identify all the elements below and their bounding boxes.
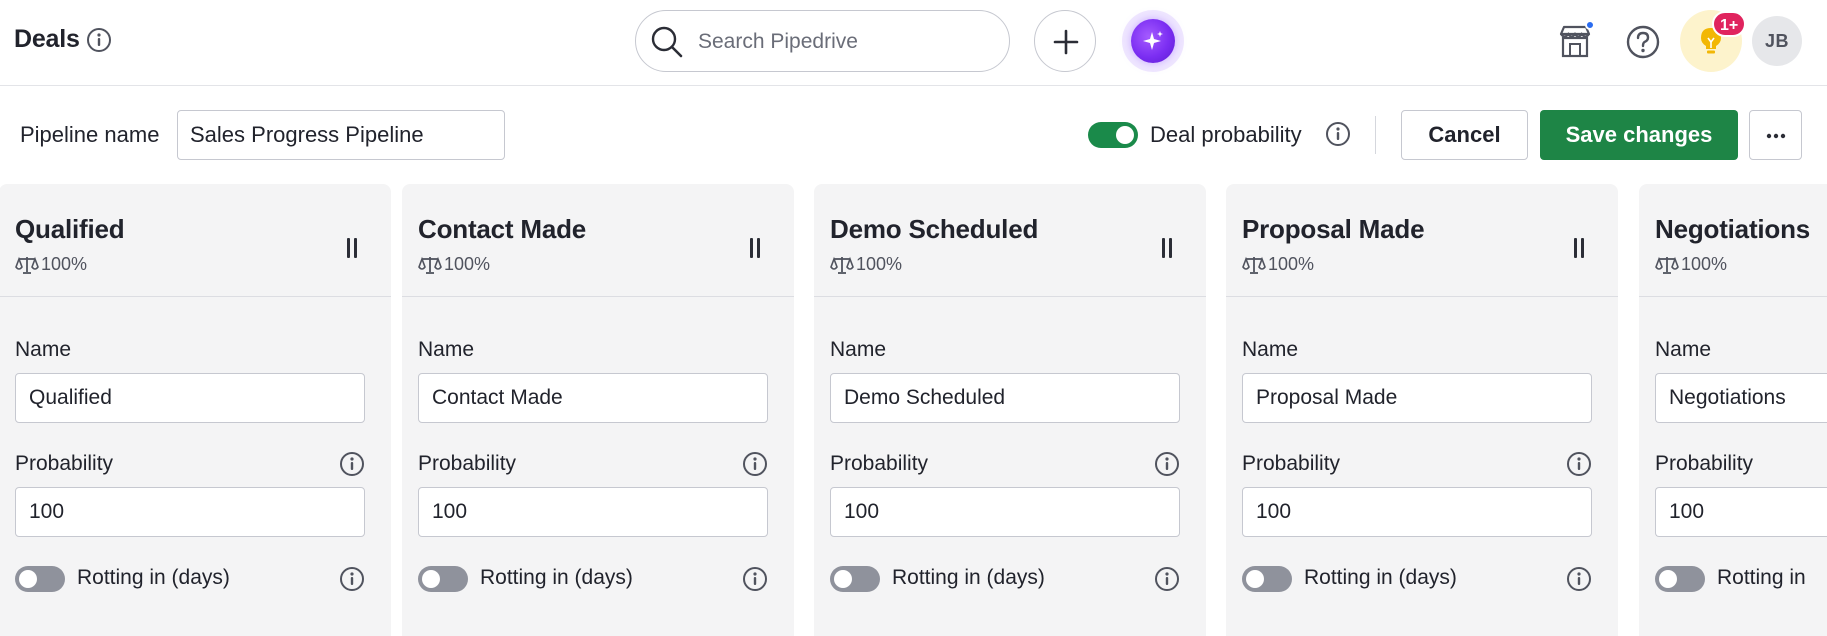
stage-probability-value: 100% [856, 254, 903, 274]
info-icon[interactable] [1566, 451, 1592, 477]
page-title: Deals [14, 25, 80, 53]
ai-assistant-button[interactable] [1122, 10, 1184, 72]
probability-label: Probability [1242, 452, 1341, 475]
notification-dot [1585, 20, 1595, 30]
name-label: Name [1242, 338, 1299, 361]
stage-title: Negotiations [1655, 214, 1811, 244]
drag-handle-icon[interactable] [1572, 238, 1586, 260]
stage-name-input[interactable] [1242, 373, 1592, 423]
info-icon[interactable] [339, 451, 365, 477]
drag-handle-icon[interactable] [345, 238, 359, 260]
deal-probability-label: Deal probability [1150, 122, 1302, 147]
stage-probability: 100% [830, 254, 902, 278]
drag-handle-icon[interactable] [748, 238, 762, 260]
add-button[interactable] [1034, 10, 1096, 72]
cancel-button[interactable]: Cancel [1401, 110, 1528, 160]
tips-count-badge: 1+ [1712, 11, 1747, 37]
stage-header: Negotiations 100% [1639, 184, 1827, 297]
scale-icon [1655, 256, 1679, 274]
probability-input[interactable] [15, 487, 365, 537]
user-avatar[interactable]: JB [1752, 16, 1802, 66]
probability-label: Probability [15, 452, 114, 475]
name-label: Name [418, 338, 475, 361]
sparkle-icon [1143, 31, 1163, 50]
search-box[interactable] [635, 10, 1010, 72]
pipeline-name-label: Pipeline name [20, 122, 160, 147]
stages-container: Qualified 100% Name Probability Rotting … [0, 184, 1827, 636]
stage-title: Contact Made [418, 214, 587, 244]
info-icon[interactable] [86, 27, 112, 53]
save-changes-button[interactable]: Save changes [1540, 110, 1738, 160]
probability-input[interactable] [1242, 487, 1592, 537]
stage-header: Demo Scheduled 100% [814, 184, 1206, 297]
rotting-toggle[interactable] [15, 566, 65, 592]
info-icon[interactable] [1325, 121, 1351, 147]
divider [1375, 116, 1376, 154]
stage-column: Proposal Made 100% Name Probability Rott… [1226, 184, 1618, 636]
stage-probability: 100% [15, 254, 87, 278]
rotting-label: Rotting in [1717, 566, 1806, 589]
rotting-toggle[interactable] [1242, 566, 1292, 592]
rotting-label: Rotting in (days) [892, 566, 1045, 589]
search-input[interactable] [698, 25, 988, 59]
scale-icon [1242, 256, 1266, 274]
stage-probability: 100% [1242, 254, 1314, 278]
stage-column: Negotiations 100% Name Probability Rotti… [1639, 184, 1827, 636]
info-icon[interactable] [742, 566, 768, 592]
probability-input[interactable] [830, 487, 1180, 537]
rotting-label: Rotting in (days) [480, 566, 633, 589]
stage-probability-value: 100% [1268, 254, 1315, 274]
stage-name-input[interactable] [15, 373, 365, 423]
rotting-toggle[interactable] [1655, 566, 1705, 592]
stage-column: Contact Made 100% Name Probability Rotti… [402, 184, 794, 636]
top-bar: Deals Search Pipedrive 1+ JB [0, 0, 1827, 86]
stage-header: Contact Made 100% [402, 184, 794, 297]
stage-name-input[interactable] [830, 373, 1180, 423]
info-icon[interactable] [1154, 566, 1180, 592]
rotting-label: Rotting in (days) [77, 566, 230, 589]
rotting-toggle[interactable] [830, 566, 880, 592]
stage-probability-value: 100% [41, 254, 88, 274]
rotting-toggle[interactable] [418, 566, 468, 592]
probability-label: Probability [1655, 452, 1754, 475]
more-horizontal-icon [1766, 133, 1786, 139]
stage-column: Qualified 100% Name Probability Rotting … [0, 184, 391, 636]
stage-title: Demo Scheduled [830, 214, 1039, 244]
stage-header: Qualified 100% [0, 184, 391, 297]
more-options-button[interactable] [1749, 110, 1802, 160]
name-label: Name [830, 338, 887, 361]
stage-name-input[interactable] [1655, 373, 1827, 423]
stage-probability: 100% [1655, 254, 1727, 278]
info-icon[interactable] [1566, 566, 1592, 592]
stage-name-input[interactable] [418, 373, 768, 423]
scale-icon [418, 256, 442, 274]
info-icon[interactable] [1154, 451, 1180, 477]
name-label: Name [15, 338, 72, 361]
sparkle-badge [1131, 19, 1175, 63]
stage-title: Proposal Made [1242, 214, 1425, 244]
name-label: Name [1655, 338, 1712, 361]
drag-handle-icon[interactable] [1160, 238, 1174, 260]
stage-probability-value: 100% [1681, 254, 1728, 274]
pipeline-name-input[interactable] [177, 110, 505, 160]
help-icon[interactable] [1623, 22, 1663, 62]
stage-header: Proposal Made 100% [1226, 184, 1618, 297]
probability-input[interactable] [418, 487, 768, 537]
rotting-label: Rotting in (days) [1304, 566, 1457, 589]
probability-input[interactable] [1655, 487, 1827, 537]
info-icon[interactable] [339, 566, 365, 592]
stage-title: Qualified [15, 214, 125, 244]
info-icon[interactable] [742, 451, 768, 477]
plus-icon [1053, 29, 1079, 55]
probability-label: Probability [830, 452, 929, 475]
stage-column: Demo Scheduled 100% Name Probability Rot… [814, 184, 1206, 636]
deal-probability-toggle[interactable] [1088, 122, 1138, 148]
stage-probability: 100% [418, 254, 490, 278]
scale-icon [830, 256, 854, 274]
stage-probability-value: 100% [444, 254, 491, 274]
probability-label: Probability [418, 452, 517, 475]
search-icon [651, 26, 683, 58]
scale-icon [15, 256, 39, 274]
